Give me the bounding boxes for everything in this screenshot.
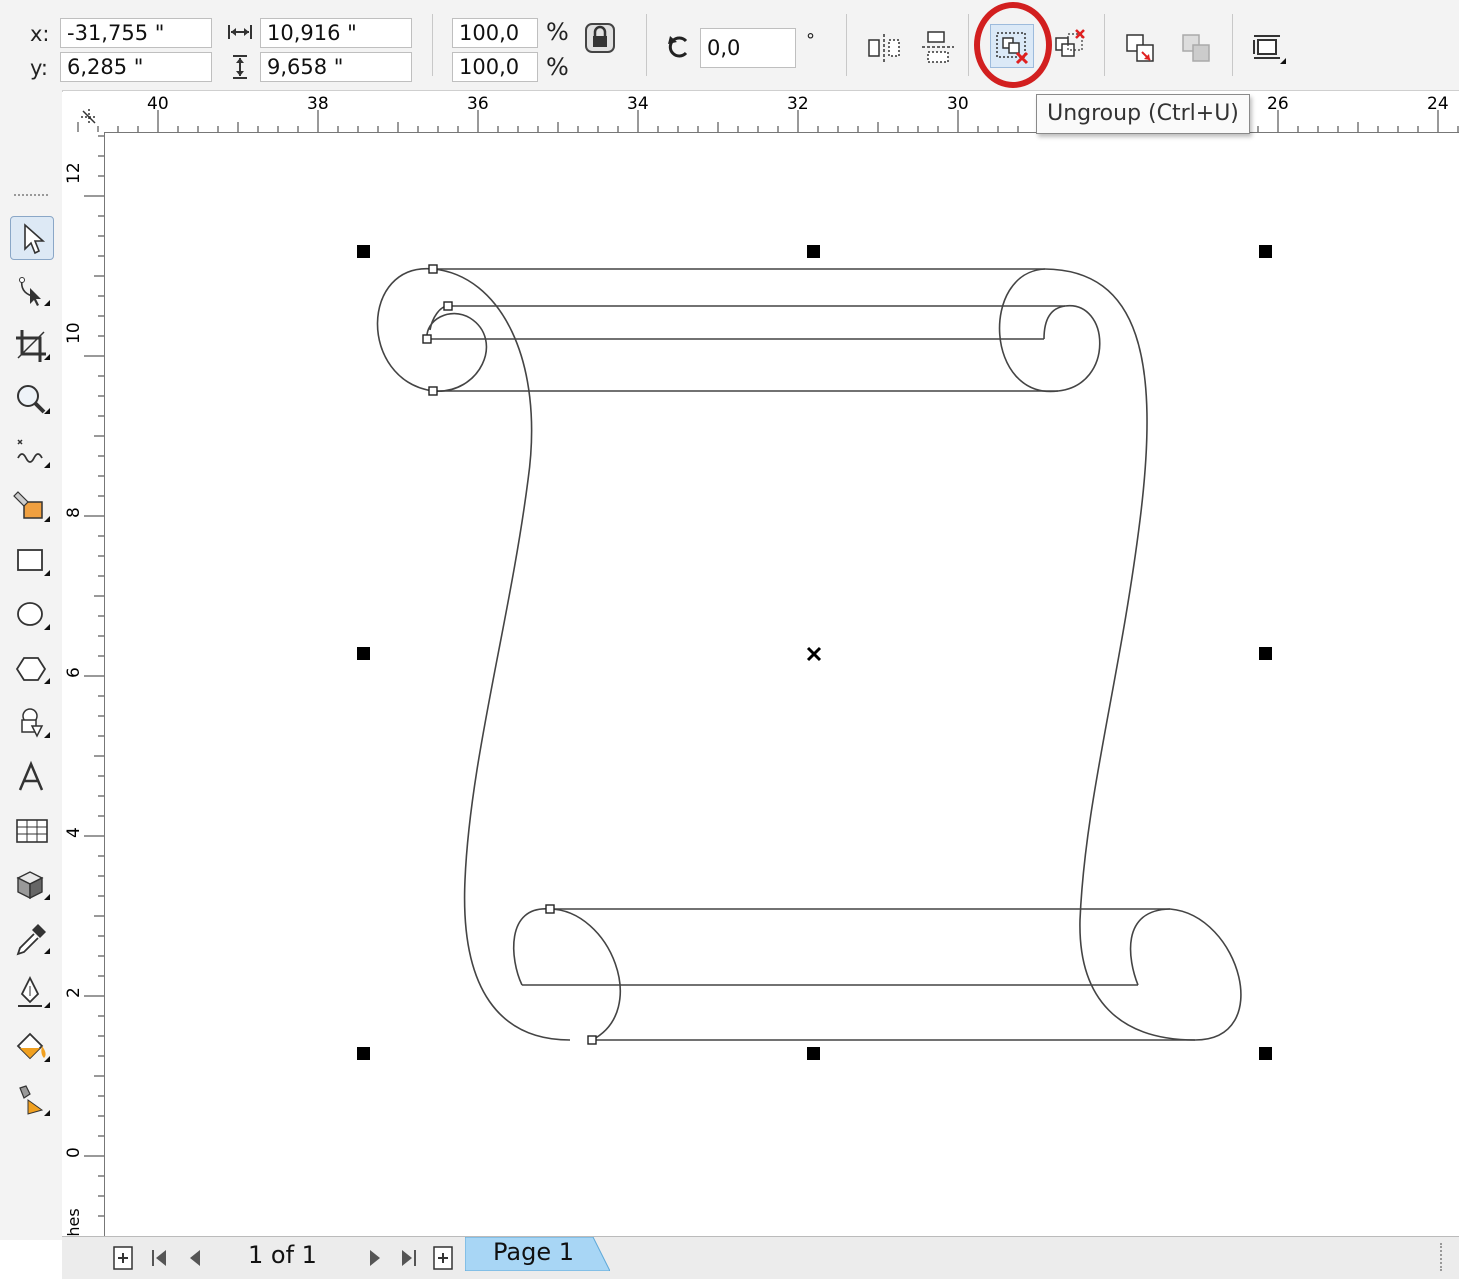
interactive-fill-tool[interactable] (10, 1080, 54, 1124)
toolbox (0, 90, 63, 1240)
h-tick-label: 40 (147, 94, 169, 114)
vertical-ruler-ticks (84, 135, 104, 1217)
rotation-center-icon[interactable] (806, 646, 822, 662)
resize-grip[interactable] (1440, 1243, 1448, 1271)
weld-button[interactable] (1120, 26, 1164, 70)
vertical-ruler[interactable]: 12 10 8 6 4 2 0 inches (62, 132, 105, 1260)
v-tick-label: 8 (64, 507, 84, 518)
separator (1104, 14, 1105, 76)
degree-label: ° (806, 30, 815, 51)
ruler-origin-icon[interactable] (78, 106, 100, 132)
node-handle[interactable] (428, 264, 438, 274)
node-handle[interactable] (428, 386, 438, 396)
eyedropper-tool[interactable] (10, 918, 54, 962)
scale-y-input[interactable]: 100,0 (452, 52, 538, 82)
lock-ratio-icon[interactable] (584, 22, 616, 58)
shape-tool[interactable] (10, 270, 54, 314)
text-wrap-button[interactable] (1246, 26, 1290, 70)
drawing-canvas[interactable] (105, 133, 1459, 1235)
separator (432, 14, 433, 76)
freehand-tool[interactable] (10, 432, 54, 476)
mirror-horizontal-button[interactable] (862, 26, 906, 70)
property-bar: x: y: -31,755 " 6,285 " 10,916 " 9,658 "… (0, 0, 1459, 91)
selection-handle-bottom-right[interactable] (1259, 1047, 1272, 1060)
tooltip: Ungroup (Ctrl+U) (1036, 94, 1250, 134)
toolbox-grip[interactable] (14, 194, 48, 199)
selection-handle-top[interactable] (807, 245, 820, 258)
scroll-drawing[interactable] (105, 133, 1459, 1235)
highlight-circle (974, 2, 1052, 88)
previous-page-button[interactable] (180, 1243, 210, 1273)
h-tick-label: 34 (627, 94, 649, 114)
rotation-icon (664, 32, 694, 66)
h-tick-label: 36 (467, 94, 489, 114)
v-tick-label: 0 (64, 1147, 84, 1158)
zoom-tool[interactable] (10, 378, 54, 422)
mirror-vertical-button[interactable] (916, 26, 960, 70)
crop-tool[interactable] (10, 324, 54, 368)
extrude-tool[interactable] (10, 864, 54, 908)
last-page-button[interactable] (394, 1243, 424, 1273)
height-icon (230, 54, 250, 84)
rectangle-tool[interactable] (10, 540, 54, 584)
separator (646, 14, 647, 76)
selection-handle-left[interactable] (357, 647, 370, 660)
basic-shapes-tool[interactable] (10, 702, 54, 746)
tab-page-1[interactable]: Page 1 (465, 1237, 610, 1271)
page-navigator: 1 of 1 (62, 1236, 1459, 1279)
node-handle[interactable] (443, 301, 453, 311)
y-position-input[interactable]: 6,285 " (60, 52, 212, 82)
h-tick-label: 38 (307, 94, 329, 114)
h-tick-label: 32 (787, 94, 809, 114)
v-tick-label: 6 (64, 667, 84, 678)
y-label: y: (30, 56, 48, 80)
separator (846, 14, 847, 76)
v-tick-label: 4 (64, 827, 84, 838)
h-tick-label: 26 (1267, 94, 1289, 114)
separator (1232, 14, 1233, 76)
ungroup-all-button[interactable] (1048, 24, 1092, 68)
rotation-input[interactable]: 0,0 (700, 28, 796, 68)
smart-fill-tool[interactable] (10, 486, 54, 530)
trim-button[interactable] (1176, 26, 1220, 70)
pick-tool[interactable] (10, 216, 54, 260)
table-tool[interactable] (10, 810, 54, 854)
height-input[interactable]: 9,658 " (260, 52, 412, 82)
selection-handle-top-left[interactable] (357, 245, 370, 258)
page-tab-label: Page 1 (493, 1238, 574, 1266)
selection-handle-right[interactable] (1259, 647, 1272, 660)
selection-handle-bottom[interactable] (807, 1047, 820, 1060)
outline-pen-tool[interactable] (10, 972, 54, 1016)
v-tick-label: 10 (64, 322, 84, 344)
add-page-after-button[interactable] (428, 1243, 458, 1273)
width-input[interactable]: 10,916 " (260, 18, 412, 48)
h-tick-label: 24 (1427, 94, 1449, 114)
ellipse-tool[interactable] (10, 594, 54, 638)
polygon-tool[interactable] (10, 648, 54, 692)
text-tool[interactable] (10, 756, 54, 800)
width-icon (226, 22, 254, 46)
percent-y-label: % (546, 53, 569, 81)
add-page-before-button[interactable] (108, 1243, 138, 1273)
page-count: 1 of 1 (248, 1241, 317, 1269)
v-tick-label: 2 (64, 987, 84, 998)
x-label: x: (30, 22, 50, 46)
next-page-button[interactable] (360, 1243, 390, 1273)
percent-x-label: % (546, 18, 569, 46)
v-tick-label: 12 (64, 162, 84, 184)
first-page-button[interactable] (144, 1243, 174, 1273)
node-handle[interactable] (422, 334, 432, 344)
selection-handle-bottom-left[interactable] (357, 1047, 370, 1060)
h-tick-label: 30 (947, 94, 969, 114)
scale-x-input[interactable]: 100,0 (452, 18, 538, 48)
fill-tool[interactable] (10, 1026, 54, 1070)
separator (968, 14, 969, 76)
node-handle[interactable] (545, 904, 555, 914)
node-handle[interactable] (587, 1035, 597, 1045)
selection-handle-top-right[interactable] (1259, 245, 1272, 258)
x-position-input[interactable]: -31,755 " (60, 18, 212, 48)
